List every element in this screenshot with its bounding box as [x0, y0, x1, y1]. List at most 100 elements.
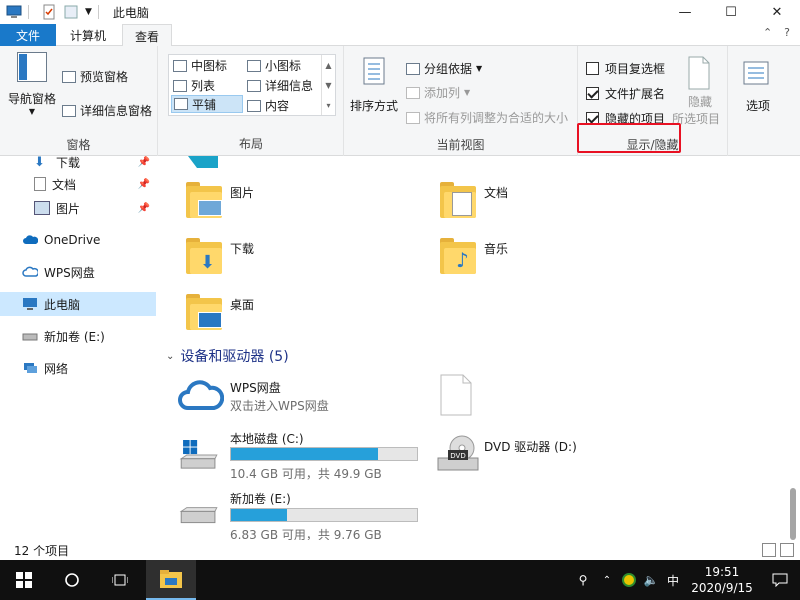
navigation-pane: ⬇ 下载 📌 文档 📌 图片 📌 OneDrive WPS网盘 此电脑 新加卷 … — [0, 155, 158, 540]
folder-icon[interactable]: ♪ — [440, 238, 476, 274]
scrollbar-thumb[interactable] — [790, 488, 796, 540]
nav-item-documents[interactable]: 文档 📌 — [0, 172, 156, 196]
start-button[interactable] — [0, 560, 48, 600]
layout-details[interactable]: 详细信息 — [247, 77, 313, 94]
new-folder-icon[interactable] — [63, 4, 79, 20]
group-by-label: 分组依据 — [424, 62, 473, 76]
close-button[interactable]: ✕ — [754, 0, 800, 24]
folder-icon[interactable] — [440, 182, 476, 218]
hide-selected-button[interactable]: 隐藏 — [680, 56, 720, 110]
cloud-icon — [23, 235, 38, 244]
folder-icon[interactable]: ⬇ — [186, 238, 222, 274]
ime-indicator[interactable]: 中 — [662, 572, 684, 589]
system-tray: ⚲ ⌃ 🔈 中 19:51 2020/9/15 — [570, 560, 800, 600]
more-icon[interactable]: ▾ — [326, 101, 330, 110]
people-icon[interactable]: ⚲ — [570, 573, 596, 587]
search-button[interactable] — [48, 560, 96, 600]
dvd-drive-name[interactable]: DVD 驱动器 (D:) — [484, 438, 577, 455]
wps-drive-name[interactable]: WPS网盘 — [230, 379, 281, 396]
file-extensions-toggle[interactable]: 文件扩展名 — [586, 85, 665, 102]
layout-list[interactable]: 列表 — [173, 77, 215, 94]
pin-icon[interactable]: 📌 — [138, 157, 150, 168]
help-icon[interactable]: ? — [784, 26, 790, 39]
layout-tiles[interactable]: 平铺 — [171, 95, 243, 113]
nav-item-this-pc[interactable]: 此电脑 — [0, 292, 156, 316]
file-explorer-icon — [160, 570, 182, 588]
file-icon[interactable] — [440, 374, 472, 416]
item-checkboxes-checkbox[interactable] — [586, 62, 599, 75]
tab-file[interactable]: 文件 — [0, 24, 56, 46]
ribbon: 导航窗格 ▼ 预览窗格 详细信息窗格 窗格 中图标 小图标 列表 详细信息 平铺 — [0, 46, 800, 156]
document-icon — [452, 192, 472, 216]
folder-label[interactable]: 图片 — [230, 184, 254, 201]
c-drive-name[interactable]: 本地磁盘 (C:) — [230, 430, 304, 447]
folder-icon[interactable] — [186, 182, 222, 218]
folder-label[interactable]: 文档 — [484, 184, 508, 201]
e-drive-name[interactable]: 新加卷 (E:) — [230, 490, 291, 507]
pin-icon[interactable]: 📌 — [138, 179, 150, 190]
nav-item-volume-e[interactable]: 新加卷 (E:) — [0, 324, 156, 348]
volume-icon[interactable]: 🔈 — [640, 573, 662, 587]
large-icons-view-icon[interactable] — [780, 543, 794, 557]
nav-item-onedrive[interactable]: OneDrive — [0, 228, 156, 252]
collapse-ribbon-icon[interactable]: ⌃ — [763, 26, 772, 39]
group-by-button[interactable]: 分组依据 ▼ — [406, 60, 482, 77]
wps-cloud-icon[interactable] — [178, 378, 224, 412]
folder-label[interactable]: 音乐 — [484, 240, 508, 257]
window-title: 此电脑 — [112, 5, 149, 20]
nav-item-downloads[interactable]: ⬇ 下载 📌 — [0, 150, 156, 174]
nav-item-label: 此电脑 — [44, 297, 81, 312]
clock[interactable]: 19:51 2020/9/15 — [684, 564, 760, 596]
dvd-drive-icon[interactable]: DVD — [436, 434, 482, 474]
annotation-highlight — [577, 123, 681, 153]
layout-content[interactable]: 内容 — [247, 97, 289, 114]
properties-icon[interactable] — [41, 4, 57, 20]
folder-label[interactable]: 下载 — [230, 240, 254, 257]
details-pane-label: 详细信息窗格 — [80, 104, 153, 118]
quick-access-dropdown-icon[interactable]: ▼ — [85, 7, 92, 17]
layout-medium-icons[interactable]: 中图标 — [173, 57, 227, 74]
maximize-button[interactable]: ☐ — [708, 0, 754, 24]
windows-drive-icon[interactable] — [178, 440, 220, 470]
tab-computer[interactable]: 计算机 — [58, 24, 118, 46]
pin-icon[interactable]: 📌 — [138, 203, 150, 214]
notification-button[interactable] — [760, 573, 800, 587]
details-pane-button[interactable]: 详细信息窗格 — [62, 102, 152, 119]
wps-drive-sub: 双击进入WPS网盘 — [230, 399, 329, 413]
add-columns-button[interactable]: 添加列 ▼ — [406, 84, 470, 101]
network-icon — [24, 363, 37, 373]
taskbar-file-explorer[interactable] — [146, 560, 196, 600]
size-columns-button[interactable]: 将所有列调整为合适的大小 — [406, 109, 568, 126]
preview-pane-button[interactable]: 预览窗格 — [62, 68, 128, 85]
nav-item-pictures[interactable]: 图片 📌 — [0, 196, 156, 220]
layout-gallery-scroll[interactable]: ▲ ▼ ▾ — [321, 55, 335, 115]
nav-pane-button[interactable]: 导航窗格 ▼ — [6, 52, 58, 122]
scroll-down-icon[interactable]: ▼ — [325, 81, 331, 90]
computer-icon[interactable] — [6, 4, 22, 20]
nav-item-network[interactable]: 网络 — [0, 356, 156, 380]
task-view-button[interactable] — [96, 560, 144, 600]
layout-small-icons[interactable]: 小图标 — [247, 57, 301, 74]
chevron-up-icon[interactable]: ⌃ — [596, 575, 618, 586]
item-checkboxes-toggle[interactable]: 项目复选框 — [586, 60, 665, 77]
app-tray-icon[interactable] — [618, 573, 640, 587]
e-drive-usage-bar — [230, 508, 418, 522]
details-view-icon[interactable] — [762, 543, 776, 557]
minimize-button[interactable]: — — [662, 0, 708, 24]
scroll-up-icon[interactable]: ▲ — [325, 61, 331, 70]
sort-by-button[interactable]: 排序方式 — [348, 56, 400, 116]
c-drive-usage-fill — [231, 448, 378, 460]
details-icon — [247, 79, 261, 92]
options-button[interactable]: 选项 — [738, 60, 778, 114]
picture-icon — [198, 200, 222, 216]
nav-item-wps[interactable]: WPS网盘 — [0, 260, 156, 284]
devices-section-header[interactable]: ⌄ 设备和驱动器 (5) — [166, 346, 289, 366]
file-extensions-checkbox[interactable] — [586, 87, 599, 100]
folder-icon[interactable] — [186, 294, 222, 330]
chevron-down-icon[interactable]: ⌄ — [166, 351, 174, 362]
c-drive-usage-bar — [230, 447, 418, 461]
tab-view[interactable]: 查看 — [122, 24, 172, 47]
vertical-scrollbar[interactable] — [786, 156, 800, 540]
folder-label[interactable]: 桌面 — [230, 296, 254, 313]
drive-icon[interactable] — [178, 502, 220, 532]
